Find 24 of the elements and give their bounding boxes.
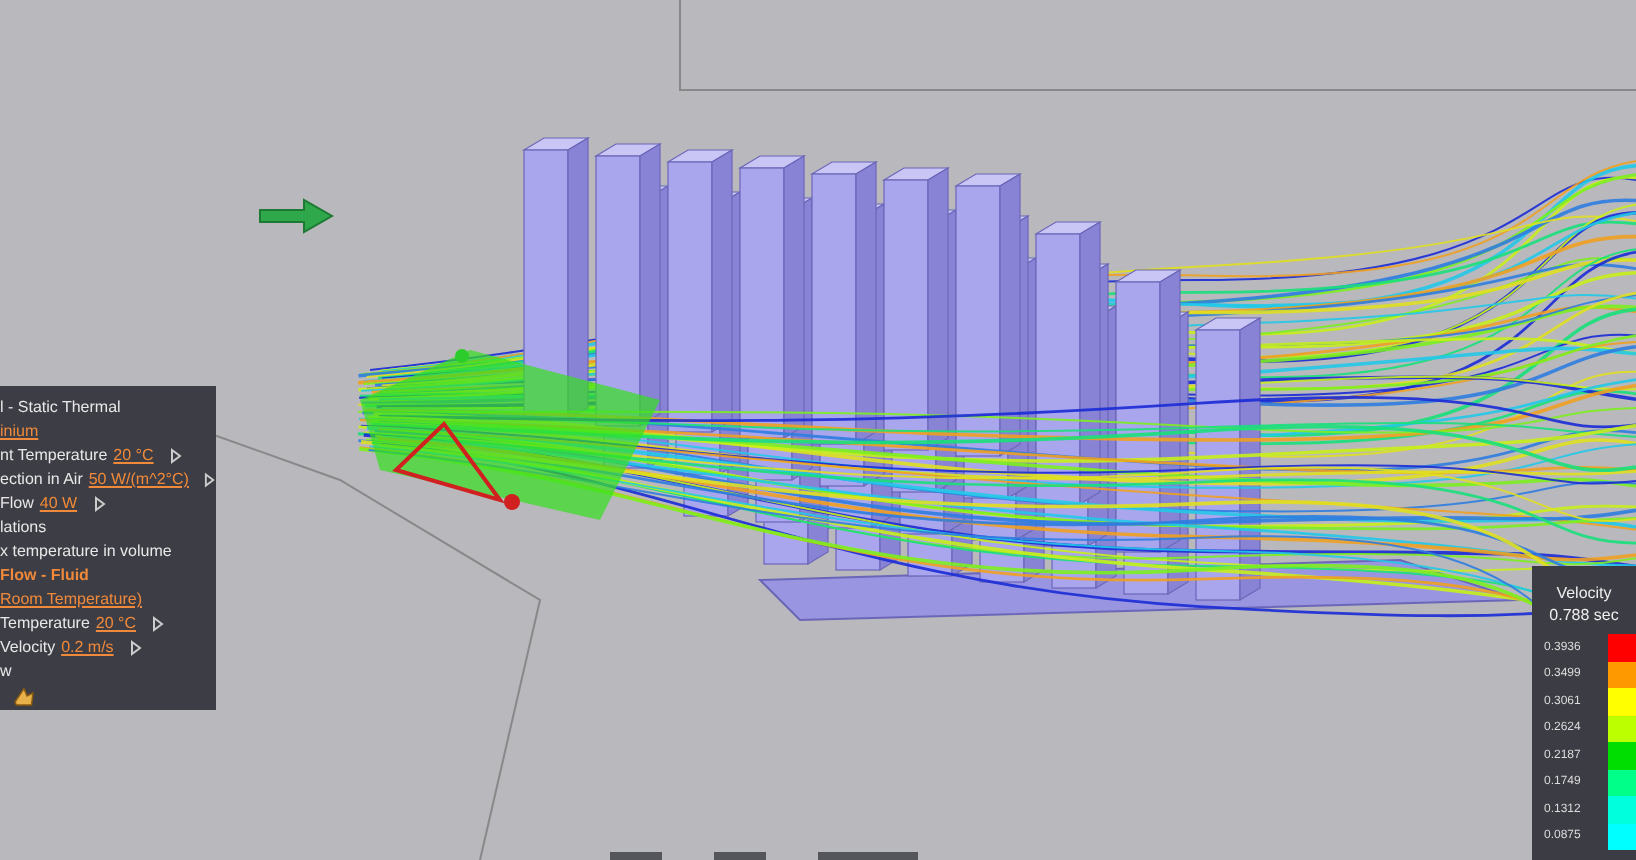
- material-link[interactable]: inium: [0, 420, 39, 442]
- panel-text: lations: [0, 516, 49, 538]
- panel-text: w: [0, 660, 14, 682]
- material-link[interactable]: Room Temperature): [0, 588, 142, 610]
- section-heading: Flow - Fluid: [0, 564, 89, 586]
- property-label: ection in Air: [0, 468, 83, 490]
- heat-icon[interactable]: [12, 684, 36, 708]
- property-label: Velocity: [0, 636, 56, 658]
- arrow-icon[interactable]: [256, 196, 336, 236]
- property-value-link[interactable]: 50 W/(m^2°C): [88, 468, 189, 490]
- property-label: Temperature: [0, 612, 90, 634]
- legend-time: 0.788 sec: [1549, 604, 1619, 626]
- expand-arrow-icon[interactable]: [204, 471, 216, 487]
- legend-title: Velocity: [1556, 582, 1612, 604]
- panel-text: l - Static Thermal: [0, 396, 123, 418]
- panel-text: x temperature in volume: [0, 540, 174, 562]
- property-value-link[interactable]: 0.2 m/s: [61, 636, 114, 658]
- property-label: nt Temperature: [0, 444, 108, 466]
- expand-arrow-icon[interactable]: [93, 495, 106, 511]
- expand-arrow-icon[interactable]: [169, 447, 182, 463]
- property-label: Flow: [0, 492, 34, 514]
- property-value-link[interactable]: 20 °C: [95, 612, 137, 634]
- property-value-link[interactable]: 20 °C: [113, 444, 154, 466]
- property-value-link[interactable]: 40 W: [39, 492, 78, 514]
